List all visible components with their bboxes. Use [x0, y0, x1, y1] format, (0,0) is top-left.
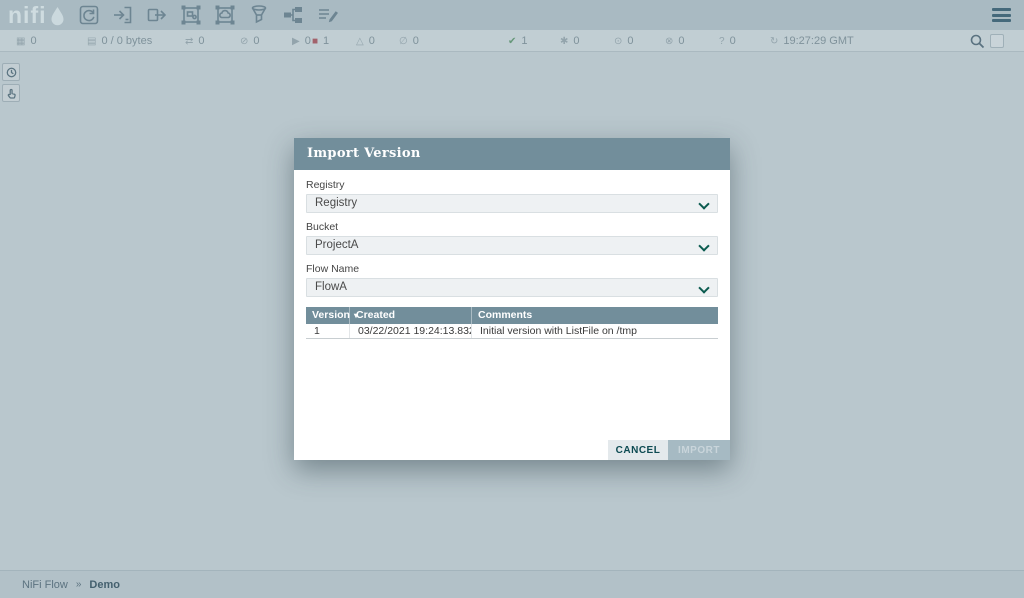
column-header-version[interactable]: Version▾: [306, 307, 350, 324]
flow-name-select[interactable]: FlowA: [306, 278, 718, 297]
chevron-down-icon: [700, 284, 707, 291]
dialog-body: Registry Registry Bucket ProjectA Flow N…: [294, 170, 730, 460]
column-header-created[interactable]: Created: [350, 307, 472, 324]
bucket-select[interactable]: ProjectA: [306, 236, 718, 255]
bucket-field-group: Bucket ProjectA: [306, 221, 718, 255]
registry-field-group: Registry Registry: [306, 179, 718, 213]
bucket-select-value: ProjectA: [315, 239, 358, 251]
flow-name-select-value: FlowA: [315, 281, 347, 293]
versions-table: Version▾ Created Comments 1 03/22/2021 1…: [306, 307, 718, 339]
registry-label: Registry: [306, 179, 718, 191]
dialog-buttons: CANCEL IMPORT: [608, 440, 730, 460]
import-version-dialog: Import Version Registry Registry Bucket …: [294, 138, 730, 460]
column-header-comments[interactable]: Comments: [472, 307, 718, 324]
cancel-button[interactable]: CANCEL: [608, 440, 668, 460]
chevron-down-icon: [700, 242, 707, 249]
flow-name-field-group: Flow Name FlowA: [306, 263, 718, 297]
bucket-label: Bucket: [306, 221, 718, 233]
flow-name-label: Flow Name: [306, 263, 718, 275]
registry-select-value: Registry: [315, 197, 357, 209]
cell-comments: Initial version with ListFile on /tmp: [472, 324, 718, 338]
version-table-row[interactable]: 1 03/22/2021 19:24:13.832 Initial versio…: [306, 324, 718, 339]
registry-select[interactable]: Registry: [306, 194, 718, 213]
dialog-title: Import Version: [294, 138, 730, 170]
chevron-down-icon: [700, 200, 707, 207]
nifi-app: nifi: [0, 0, 1024, 598]
versions-table-header: Version▾ Created Comments: [306, 307, 718, 324]
cell-created: 03/22/2021 19:24:13.832: [350, 324, 472, 338]
cell-version: 1: [306, 324, 350, 338]
import-button[interactable]: IMPORT: [668, 440, 730, 460]
